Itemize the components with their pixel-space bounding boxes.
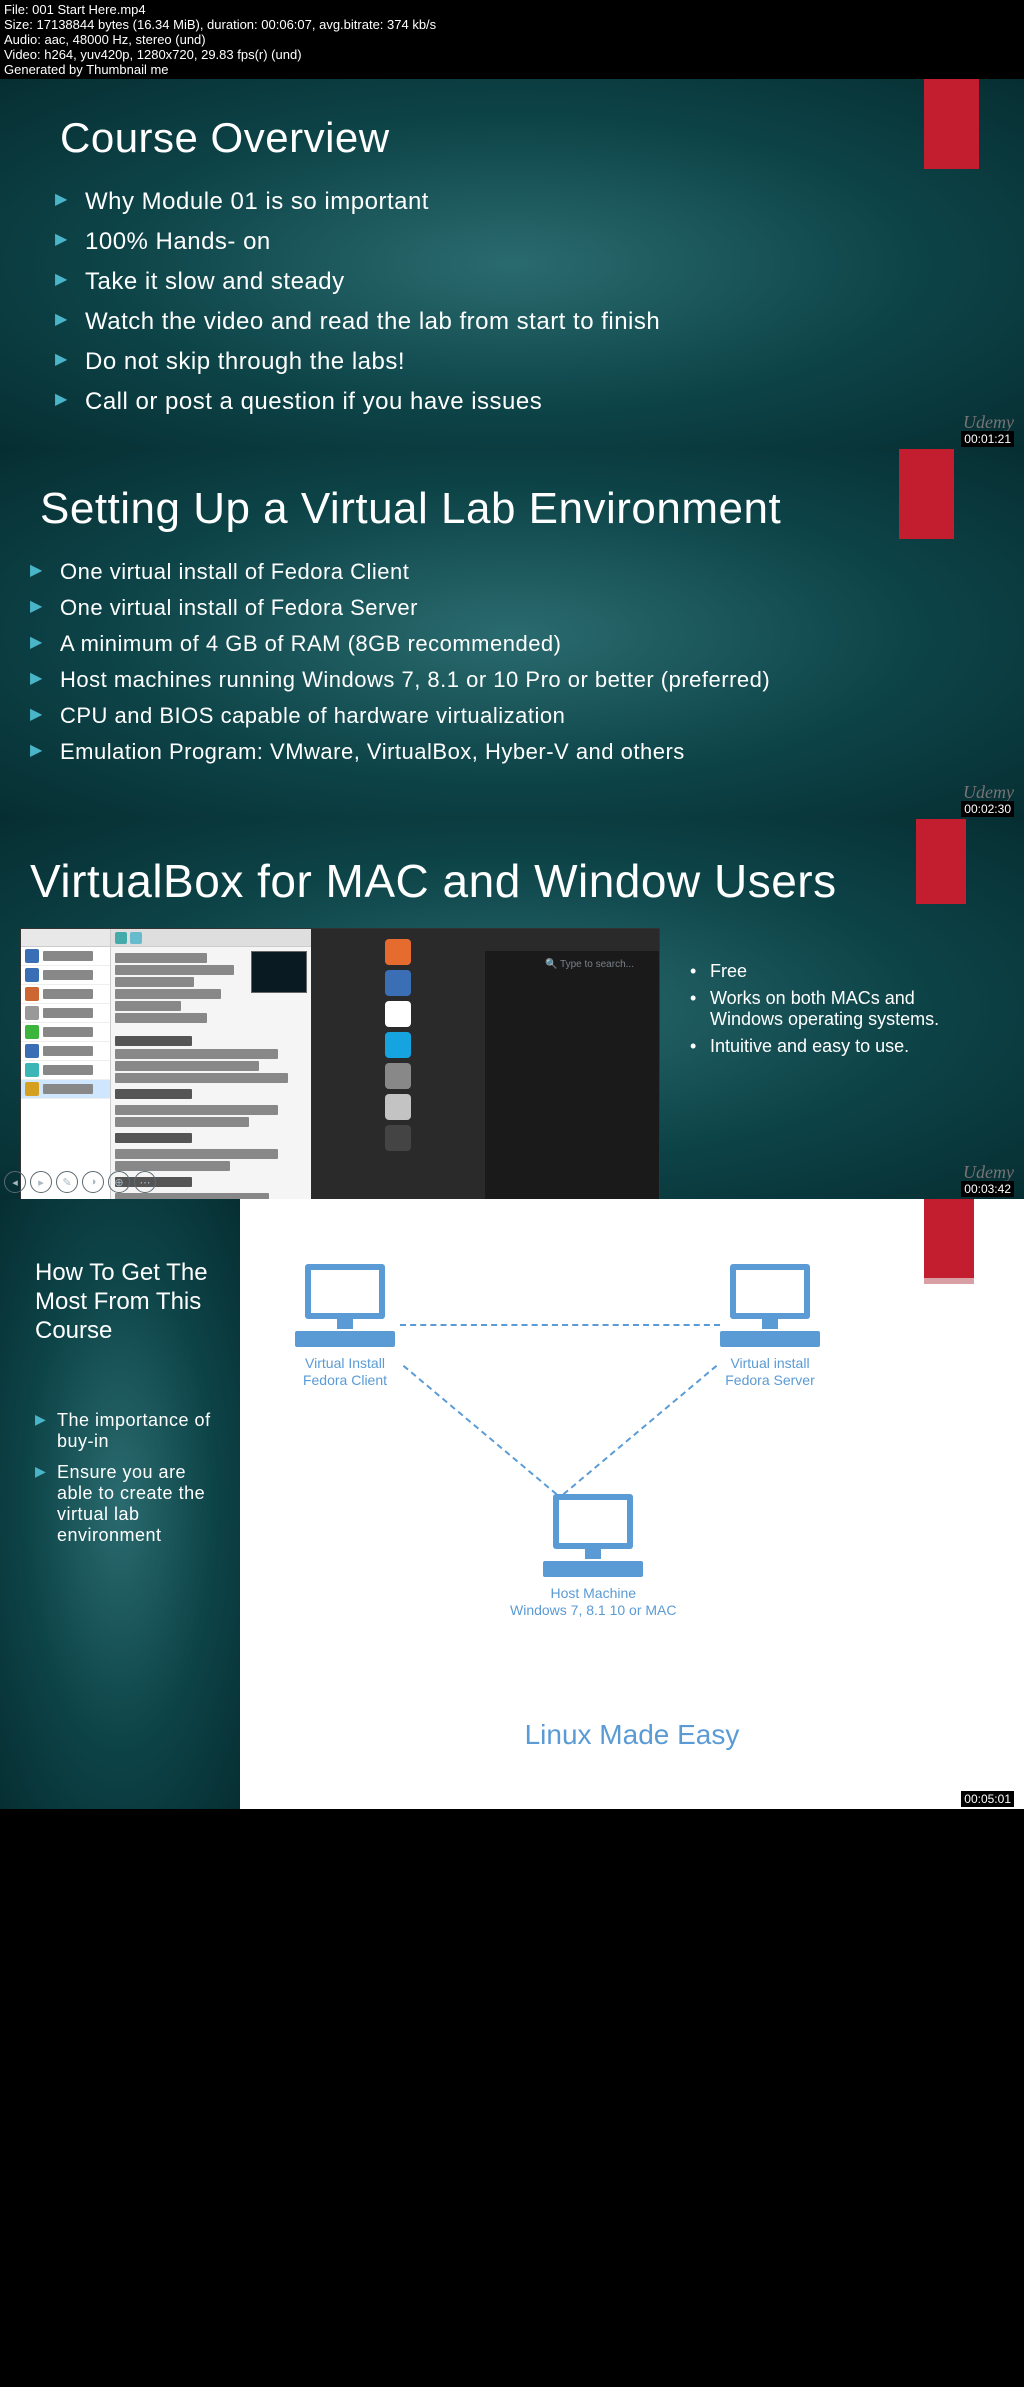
timestamp: 00:05:01 [961,1791,1014,1807]
network-diagram: Virtual InstallFedora Client Virtual ins… [240,1249,1024,1709]
side-item: Works on both MACs and Windows operating… [690,985,984,1033]
slide-title: VirtualBox for MAC and Window Users [0,819,1024,928]
side-bullets: Free Works on both MACs and Windows oper… [680,928,1004,1199]
bullet-item: Call or post a question if you have issu… [55,382,984,422]
red-accent [924,79,979,169]
side-item: Free [690,958,984,985]
slide-4-right: Virtual InstallFedora Client Virtual ins… [240,1199,1024,1809]
meta-size: Size: 17138844 bytes (16.34 MiB), durati… [4,17,1020,32]
bullet-list: Why Module 01 is so important 100% Hands… [0,182,1024,422]
watermark: Udemy [963,782,1014,803]
pc-client: Virtual InstallFedora Client [295,1264,395,1389]
bullet-item: Ensure you are able to create the virtua… [35,1457,220,1551]
bullet-item: CPU and BIOS capable of hardware virtual… [30,698,984,734]
bullet-item: One virtual install of Fedora Client [30,554,984,590]
timestamp: 00:01:21 [961,431,1014,447]
bullet-item: Do not skip through the labs! [55,342,984,382]
zoom-icon[interactable]: ⊕ [108,1171,130,1193]
footer-caption: Linux Made Easy [240,1719,1024,1751]
connector [563,1365,717,1495]
play-icon[interactable]: ▸ [30,1171,52,1193]
pc-client-label: Virtual InstallFedora Client [295,1355,395,1389]
bullet-item: Emulation Program: VMware, VirtualBox, H… [30,734,984,770]
more-icon[interactable]: ⋯ [134,1171,156,1193]
file-meta: File: 001 Start Here.mp4 Size: 17138844 … [0,0,1024,79]
timestamp: 00:03:42 [961,1181,1014,1197]
left-bullets: The importance of buy-in Ensure you are … [35,1405,220,1551]
bullet-item: Watch the video and read the lab from st… [55,302,984,342]
connector [400,1324,720,1326]
timestamp: 00:02:30 [961,801,1014,817]
virtualbox-screenshot: 🔍 Type to search... [20,928,660,1199]
bullet-item: A minimum of 4 GB of RAM (8GB recommende… [30,626,984,662]
slide-4: How To Get The Most From This Course The… [0,1199,1024,1809]
bullet-list: One virtual install of Fedora Client One… [0,554,1024,770]
watermark: Udemy [963,412,1014,433]
meta-audio: Audio: aac, 48000 Hz, stereo (und) [4,32,1020,47]
bullet-item: One virtual install of Fedora Server [30,590,984,626]
red-accent [916,819,966,904]
pc-server: Virtual installFedora Server [720,1264,820,1389]
slide-4-left: How To Get The Most From This Course The… [0,1199,240,1809]
left-title: How To Get The Most From This Course [35,1259,220,1345]
pen-icon[interactable]: ✎ [56,1171,78,1193]
bullet-item: Take it slow and steady [55,262,984,302]
highlight-icon[interactable]: ◑ [82,1171,104,1193]
pc-host: Host MachineWindows 7, 8.1 10 or MAC [510,1494,677,1619]
slide-3: VirtualBox for MAC and Window Users [0,819,1024,1199]
bullet-item: Why Module 01 is so important [55,182,984,222]
slide-2: Setting Up a Virtual Lab Environment One… [0,449,1024,819]
side-item: Intuitive and easy to use. [690,1033,984,1060]
red-accent [899,449,954,539]
meta-gen: Generated by Thumbnail me [4,62,1020,77]
bullet-item: 100% Hands- on [55,222,984,262]
connector [403,1365,557,1495]
slide-title: Course Overview [0,79,1024,182]
back-icon[interactable]: ◂ [4,1171,26,1193]
slide-1: Course Overview Why Module 01 is so impo… [0,79,1024,449]
pc-server-label: Virtual installFedora Server [720,1355,820,1389]
bullet-item: The importance of buy-in [35,1405,220,1457]
pc-host-label: Host MachineWindows 7, 8.1 10 or MAC [510,1585,677,1619]
meta-file: File: 001 Start Here.mp4 [4,2,1020,17]
meta-video: Video: h264, yuv420p, 1280x720, 29.83 fp… [4,47,1020,62]
bullet-item: Host machines running Windows 7, 8.1 or … [30,662,984,698]
player-controls: ◂ ▸ ✎ ◑ ⊕ ⋯ [4,1171,156,1193]
watermark: Udemy [963,1162,1014,1183]
slide-title: Setting Up a Virtual Lab Environment [0,449,1024,554]
